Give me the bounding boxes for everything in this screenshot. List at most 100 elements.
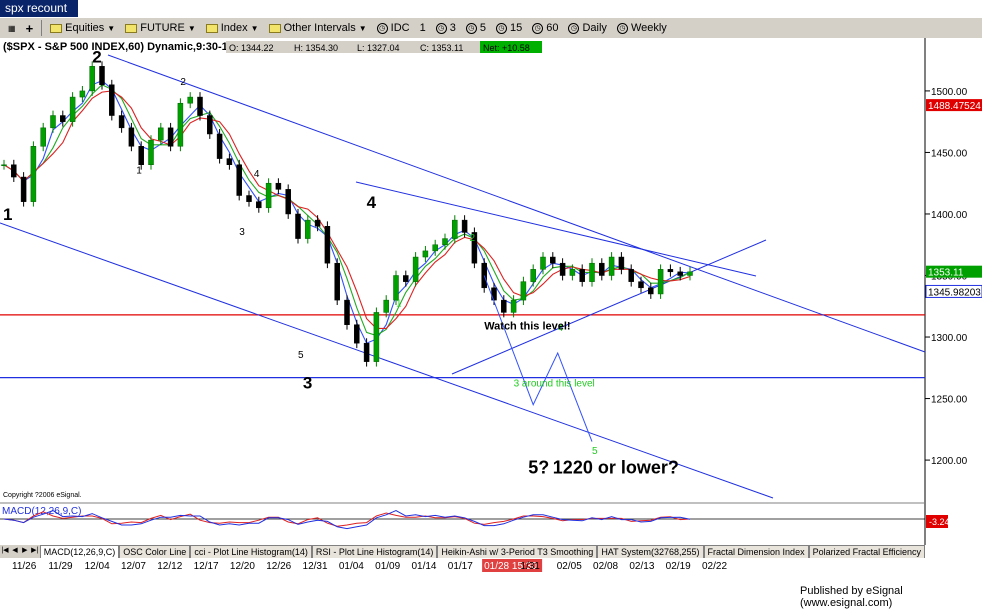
tab-heikin-ashi[interactable]: Heikin-Ashi w/ 3-Period T3 Smoothing xyxy=(437,545,598,558)
interval-3-button[interactable]: ◷ 3 xyxy=(432,19,460,37)
y-tick-label: 1300.00 xyxy=(931,333,968,344)
price-bar xyxy=(128,127,135,147)
price-bar xyxy=(393,275,399,301)
interval-5-button[interactable]: ◷ 5 xyxy=(462,19,490,37)
price-bar xyxy=(226,158,233,166)
price-bar xyxy=(158,127,164,141)
tab-macd[interactable]: MACD(12,26,9,C) xyxy=(39,545,120,558)
interval-idc-button[interactable]: ◷ IDC xyxy=(373,19,414,37)
price-bar xyxy=(118,115,125,129)
wave-label: 2 xyxy=(470,233,476,244)
price-bar xyxy=(569,269,576,276)
x-tick-label: 12/17 xyxy=(194,561,219,572)
dropdown-arrow-icon: ▼ xyxy=(250,23,259,33)
price-bar xyxy=(648,287,654,295)
x-tick-label: 02/08 xyxy=(593,561,618,572)
tab-fractal-dimension[interactable]: Fractal Dimension Index xyxy=(703,545,809,558)
interval-1-button[interactable]: 1 xyxy=(416,19,430,37)
wave-label: 5 xyxy=(298,350,304,361)
wave-label: 4 xyxy=(367,193,377,212)
macd-last-value: -3.24 xyxy=(929,517,950,527)
price-bar xyxy=(148,139,154,165)
price-bar xyxy=(667,269,674,273)
x-tick-label: 02/13 xyxy=(629,561,654,572)
x-tick-label: 12/07 xyxy=(121,561,146,572)
tab-hat-system[interactable]: HAT System(32768,255) xyxy=(597,545,704,558)
price-bar xyxy=(491,287,497,301)
future-menu[interactable]: FUTURE ▼ xyxy=(121,19,200,37)
index-menu[interactable]: Index ▼ xyxy=(202,19,263,37)
price-bar xyxy=(265,182,272,209)
price-bar xyxy=(432,244,438,252)
tab-polarized-fractal[interactable]: Polarized Fractal Efficiency xyxy=(808,545,925,558)
x-tick-label: 01/09 xyxy=(375,561,400,572)
price-bar xyxy=(30,146,37,202)
price-bar xyxy=(109,84,115,116)
dropdown-arrow-icon: ▼ xyxy=(187,23,196,33)
price-bar xyxy=(373,312,380,362)
folder-icon xyxy=(125,23,138,33)
price-bar xyxy=(167,127,174,147)
wave-label: 4 xyxy=(254,169,260,180)
chart-title: ($SPX - S&P 500 INDEX,60) Dynamic,9:30-1… xyxy=(3,41,238,53)
price-bar xyxy=(383,299,389,313)
tab-osc-color-line[interactable]: OSC Color Line xyxy=(119,545,191,558)
price-bar xyxy=(236,164,242,196)
price-bar xyxy=(60,115,66,122)
price-bar xyxy=(79,90,86,98)
price-chart[interactable]: ($SPX - S&P 500 INDEX,60) Dynamic,9:30-1… xyxy=(0,38,982,545)
price-bar xyxy=(403,275,409,282)
price-bar xyxy=(412,256,419,282)
price-bar xyxy=(99,66,105,86)
price-bar xyxy=(638,281,644,289)
tab-last-icon[interactable]: ▶| xyxy=(30,545,40,558)
price-bar xyxy=(589,262,595,282)
tab-cci[interactable]: cci - Plot Line Histogram(14) xyxy=(190,545,312,558)
price-bar xyxy=(1,164,7,166)
dropdown-arrow-icon: ▼ xyxy=(358,23,367,33)
price-bar xyxy=(305,219,311,239)
price-bar xyxy=(657,269,664,295)
link-icon[interactable]: ▦ xyxy=(4,19,20,37)
chart-annotation: 5? xyxy=(528,458,549,478)
price-bar xyxy=(40,127,46,147)
add-icon[interactable]: + xyxy=(22,19,38,37)
price-bar xyxy=(207,115,213,135)
chart-annotation: 1220 or lower? xyxy=(553,458,679,478)
price-bar xyxy=(363,342,370,362)
wave-label: 3 xyxy=(303,374,312,393)
price-bar xyxy=(687,271,693,276)
tab-rsi[interactable]: RSI - Plot Line Histogram(14) xyxy=(311,545,438,558)
tab-first-icon[interactable]: |◀ xyxy=(0,545,10,558)
wave-label: 2 xyxy=(180,77,186,88)
price-bar xyxy=(442,238,448,245)
price-bar xyxy=(461,219,468,233)
tab-prev-icon[interactable]: ◀ xyxy=(10,545,20,558)
interval-weekly-button[interactable]: ◷ Weekly xyxy=(613,19,671,37)
last-value-label: 1488.47524 xyxy=(928,101,981,112)
price-bar xyxy=(295,213,301,239)
close-value: C: 1353.11 xyxy=(420,43,463,53)
interval-60-button[interactable]: ◷ 60 xyxy=(528,19,562,37)
indicator-tabs: |◀ ◀ ▶ ▶| MACD(12,26,9,C) OSC Color Line… xyxy=(0,545,925,558)
clock-icon: ◷ xyxy=(532,22,544,34)
interval-15-button[interactable]: ◷ 15 xyxy=(492,19,526,37)
x-tick-label: 12/31 xyxy=(303,561,328,572)
y-tick-label: 1450.00 xyxy=(931,148,968,159)
price-bar xyxy=(559,262,566,276)
y-tick-label: 1500.00 xyxy=(931,87,968,98)
other-intervals-menu[interactable]: Other Intervals ▼ xyxy=(265,19,371,37)
equities-menu[interactable]: Equities ▼ xyxy=(46,19,119,37)
footer-text: Published by eSignal (www.esignal.com) xyxy=(800,585,903,609)
x-tick-label: 01/17 xyxy=(448,561,473,572)
tab-next-icon[interactable]: ▶ xyxy=(20,545,30,558)
toolbar: ▦ + Equities ▼ FUTURE ▼ Index ▼ Other Inter… xyxy=(0,18,982,39)
wave-label: 3 xyxy=(239,227,245,238)
wave-label: 1 xyxy=(3,205,12,224)
price-bar xyxy=(618,256,625,270)
open-value: O: 1344.22 xyxy=(229,43,274,53)
price-bar xyxy=(550,256,556,264)
x-tick-label: 02/19 xyxy=(666,561,691,572)
price-bar xyxy=(256,201,262,209)
interval-daily-button[interactable]: ◷ Daily xyxy=(564,19,610,37)
